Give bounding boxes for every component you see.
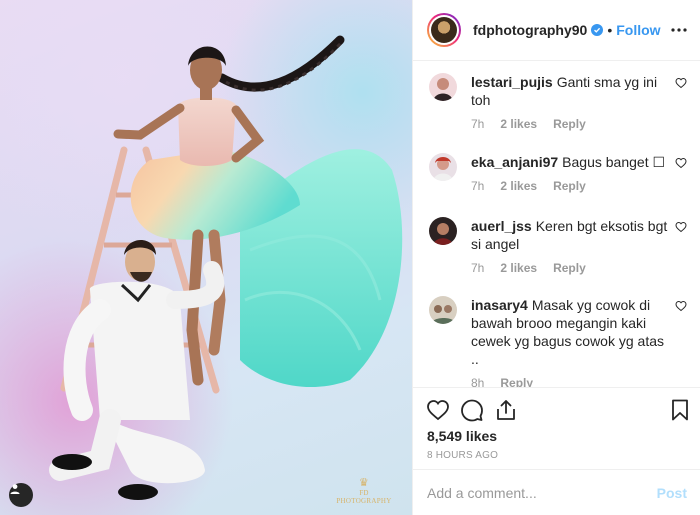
- photo-illustration: [49, 35, 403, 500]
- reply-button[interactable]: Reply: [553, 117, 586, 131]
- author-username[interactable]: fdphotography90: [473, 22, 587, 38]
- comment-item: eka_anjani97 Bagus banget ☐ 7h 2 likes Re…: [429, 153, 687, 193]
- comment-username[interactable]: auerl_jss: [471, 218, 532, 234]
- comment-item: lestari_pujis Ganti sma yg ini toh 7h 2 l…: [429, 73, 687, 131]
- comment-username[interactable]: lestari_pujis: [471, 74, 553, 90]
- more-options-icon[interactable]: [671, 22, 687, 38]
- follow-button[interactable]: Follow: [616, 22, 660, 38]
- bookmark-icon[interactable]: [668, 398, 692, 422]
- comment-time[interactable]: 7h: [471, 261, 484, 275]
- post-timestamp[interactable]: 8 HOURS AGO: [427, 450, 498, 461]
- comment-time[interactable]: 7h: [471, 179, 484, 193]
- crest-icon: ♛: [358, 477, 370, 489]
- comment-time[interactable]: 8h: [471, 376, 484, 387]
- share-icon[interactable]: [494, 398, 518, 422]
- comment-like-heart-icon[interactable]: [675, 300, 687, 312]
- comment-item: inasary4 Masak yg cowok di bawah brooo me…: [429, 296, 687, 387]
- post-sidebar: fdphotography90 • Follow lestari_pujis Ga…: [412, 0, 700, 515]
- verified-badge-icon: [591, 24, 604, 36]
- commenter-avatar[interactable]: [429, 217, 457, 245]
- comment-text: Bagus banget ☐: [562, 154, 666, 170]
- commenter-avatar[interactable]: [429, 73, 457, 101]
- comment-likes[interactable]: 2 likes: [500, 261, 537, 275]
- likes-count[interactable]: 8,549 likes: [427, 428, 497, 444]
- comment-like-heart-icon[interactable]: [675, 77, 687, 89]
- person-icon: [10, 484, 20, 494]
- heart-icon[interactable]: [426, 398, 450, 422]
- post-comment-button[interactable]: Post: [657, 485, 687, 501]
- reply-button[interactable]: Reply: [553, 261, 586, 275]
- photo-watermark: ♛ FD PHOTOGRAPHY: [332, 477, 396, 506]
- comment-like-heart-icon[interactable]: [675, 157, 687, 169]
- comment-bubble-icon[interactable]: [460, 398, 484, 422]
- comment-likes[interactable]: 2 likes: [500, 179, 537, 193]
- comment-username[interactable]: eka_anjani97: [471, 154, 558, 170]
- comment-username[interactable]: inasary4: [471, 297, 528, 313]
- author-avatar[interactable]: [427, 13, 461, 47]
- comment-list[interactable]: lestari_pujis Ganti sma yg ini toh 7h 2 l…: [413, 62, 700, 387]
- comment-time[interactable]: 7h: [471, 117, 484, 131]
- reply-button[interactable]: Reply: [553, 179, 586, 193]
- commenter-avatar[interactable]: [429, 153, 457, 181]
- post-actions: 8,549 likes 8 HOURS AGO: [413, 387, 700, 469]
- commenter-avatar[interactable]: [429, 296, 457, 324]
- post-header: fdphotography90 • Follow: [413, 0, 700, 61]
- watermark-text: FD PHOTOGRAPHY: [336, 489, 392, 505]
- header-separator: •: [607, 22, 613, 38]
- comment-like-heart-icon[interactable]: [675, 221, 687, 233]
- comment-item: auerl_jss Keren bgt eksotis bgt si angel …: [429, 217, 687, 275]
- comment-likes[interactable]: 2 likes: [500, 117, 537, 131]
- post-photo[interactable]: ♛ FD PHOTOGRAPHY: [0, 0, 412, 515]
- comment-input[interactable]: [427, 484, 657, 501]
- reply-button[interactable]: Reply: [500, 376, 533, 387]
- add-comment-bar: Post: [413, 469, 700, 515]
- user-tag-icon[interactable]: [9, 483, 33, 507]
